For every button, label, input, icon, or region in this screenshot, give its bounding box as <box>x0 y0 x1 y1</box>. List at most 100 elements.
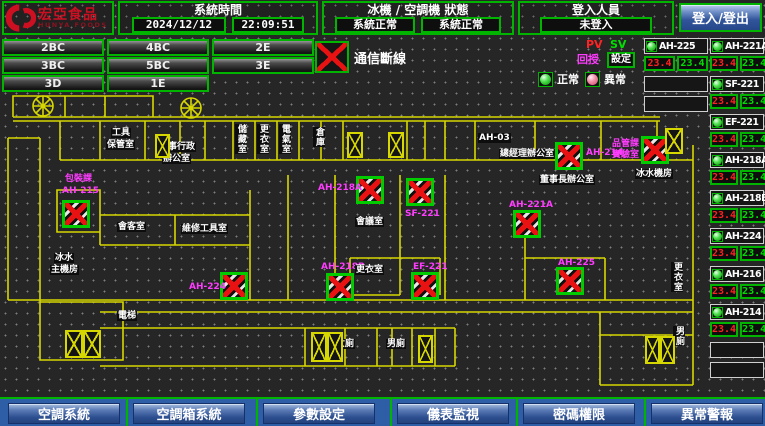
comm-status: 通信斷線 <box>315 41 406 73</box>
unit-values: 23.423.4 <box>710 322 764 337</box>
sv-value: 23.4 <box>740 208 765 223</box>
map-room-label: 冰水 <box>54 253 74 263</box>
map-unit-label: AH-218A <box>318 183 362 193</box>
comm-status-label: 通信斷線 <box>354 48 406 67</box>
pv-value: 23.4 <box>710 94 738 109</box>
map-unit-label: 實驗室 <box>612 150 639 160</box>
sidebar-unit-block: AH-218B23.423.4 <box>710 190 764 223</box>
map-unit-ef-221-offline-icon[interactable] <box>411 272 439 300</box>
pv-value: 23.4 <box>710 132 738 147</box>
nav-button-1[interactable]: 空調系統 <box>8 403 120 424</box>
floor-button-2e[interactable]: 2E <box>212 39 314 56</box>
unit-name: AH-221A <box>725 41 765 52</box>
map-unit-ah-221a-offline-icon[interactable] <box>513 210 541 238</box>
sidebar-unit-AH-218B[interactable]: AH-218B <box>710 190 764 206</box>
floor-button-3bc[interactable]: 3BC <box>2 57 104 74</box>
sidebar-empty-slot <box>710 342 764 358</box>
map-unit-ah-218b-offline-icon[interactable] <box>326 273 354 301</box>
legend-normal-label: 正常 <box>557 74 579 86</box>
unit-status-led <box>712 155 723 166</box>
unit-values: 23.423.4 <box>644 56 708 71</box>
nav-button-3[interactable]: 參數設定 <box>263 403 375 424</box>
pv-value: 23.4 <box>710 246 738 261</box>
map-unit-sf-221-offline-icon[interactable] <box>406 178 434 206</box>
map-unit-label: SF-221 <box>405 209 440 219</box>
sidebar-empty-slot <box>710 362 764 378</box>
floor-button-4bc[interactable]: 4BC <box>107 39 209 56</box>
legend-feedback-label: 回授 <box>577 54 599 66</box>
unit-status-led <box>712 41 723 52</box>
floor-button-3e[interactable]: 3E <box>212 57 314 74</box>
nav-button-5[interactable]: 密碼權限 <box>523 403 635 424</box>
floorplan-map: 包裝課AH-215AH-224AH-218ASF-221AH-218BEF-22… <box>5 90 695 392</box>
unit-name: AH-218B <box>725 193 765 204</box>
sidebar-unit-AH-221A[interactable]: AH-221A <box>710 38 764 54</box>
nav-separator <box>644 399 646 426</box>
login-logout-button[interactable]: 登入/登出 <box>679 3 762 32</box>
map-unit-label: AH-225 <box>558 258 595 268</box>
unit-status-led <box>712 307 723 318</box>
sidebar-unit-EF-221[interactable]: EF-221 <box>710 114 764 130</box>
nav-separator <box>256 399 258 426</box>
stair-icon <box>83 330 101 358</box>
sidebar-unit-AH-224[interactable]: AH-224 <box>710 228 764 244</box>
spiral-stair-icon <box>181 98 201 118</box>
sidebar-unit-block: AH-216 23.423.4 <box>710 266 764 299</box>
unit-status-led <box>712 79 723 90</box>
scada-hmi-screen: 宏亞食品 HUNYA FOODS 系統時間 2024/12/12 22:09:5… <box>0 0 765 426</box>
sidebar-unit-AH-214[interactable]: AH-214 <box>710 304 764 320</box>
unit-status-led <box>712 269 723 280</box>
unit-name: EF-221 <box>725 117 758 128</box>
login-label: 登入人員 <box>520 3 672 17</box>
stair-icon <box>660 336 675 364</box>
sidebar-unit-block: AH-221A23.423.4 <box>710 38 764 71</box>
floor-button-5bc[interactable]: 5BC <box>107 57 209 74</box>
map-room-label: 董事長辦公室 <box>539 175 595 185</box>
nav-button-2[interactable]: 空調箱系統 <box>133 403 245 424</box>
map-room-label: 更衣室 <box>257 124 269 154</box>
nav-button-4[interactable]: 儀表監視 <box>397 403 509 424</box>
stair-icon <box>155 134 170 158</box>
map-unit-label: 品管課 <box>612 139 639 149</box>
sidebar-unit-AH-216[interactable]: AH-216 <box>710 266 764 282</box>
pv-value: 23.4 <box>710 322 738 337</box>
map-unit-label: AH-215 <box>62 186 99 196</box>
brand-name-en: HUNYA FOODS <box>38 22 108 29</box>
login-status-value: 未登入 <box>540 17 652 33</box>
unit-status-led <box>712 231 723 242</box>
unit-name: SF-221 <box>725 79 759 90</box>
unit-status-led <box>646 41 657 52</box>
brand-logo: 宏亞食品 HUNYA FOODS <box>2 1 114 35</box>
sidebar-unit-block: SF-22123.423.4 <box>710 76 764 109</box>
map-unit-ah-215-offline-icon[interactable] <box>62 200 90 228</box>
map-room-label: 冰水機房 <box>635 169 673 179</box>
map-room-label: 男廁 <box>386 339 406 349</box>
brand-name: 宏亞食品 <box>38 8 108 22</box>
nav-button-6[interactable]: 異常警報 <box>651 403 763 424</box>
map-room-label: 工具 <box>111 128 131 138</box>
unit-name: AH-218A <box>725 155 765 166</box>
floor-button-2bc[interactable]: 2BC <box>2 39 104 56</box>
sidebar-unit-SF-221[interactable]: SF-221 <box>710 76 764 92</box>
legend-sv-label: SV <box>610 39 626 51</box>
map-room-label: 會客室 <box>117 222 146 232</box>
map-room-label: 電梯 <box>117 311 137 321</box>
map-unit-ah-225-offline-icon[interactable] <box>556 267 584 295</box>
map-unit-label: AH-221A <box>509 200 553 210</box>
brand-logo-icon <box>6 4 36 32</box>
pv-value: 23.4 <box>710 170 738 185</box>
map-room-label: 儲藏室 <box>235 124 247 154</box>
sidebar-unit-AH-225[interactable]: AH-225 <box>644 38 708 54</box>
sidebar-unit-AH-218A[interactable]: AH-218A <box>710 152 764 168</box>
stair-icon <box>665 128 683 154</box>
system-time-section: 系統時間 2024/12/12 22:09:51 <box>118 1 318 35</box>
unit-status-led <box>712 193 723 204</box>
map-unit-ah-214-offline-icon[interactable] <box>555 142 583 170</box>
unit-values: 23.423.4 <box>710 170 764 185</box>
stair-icon <box>418 335 433 363</box>
system-date-value: 2024/12/12 <box>132 17 226 33</box>
stair-icon <box>327 332 343 362</box>
sidebar-unit-block: AH-225 23.423.4 <box>644 38 708 71</box>
unit-values: 23.423.4 <box>710 284 764 299</box>
map-room-label: 倉庫 <box>313 127 325 147</box>
